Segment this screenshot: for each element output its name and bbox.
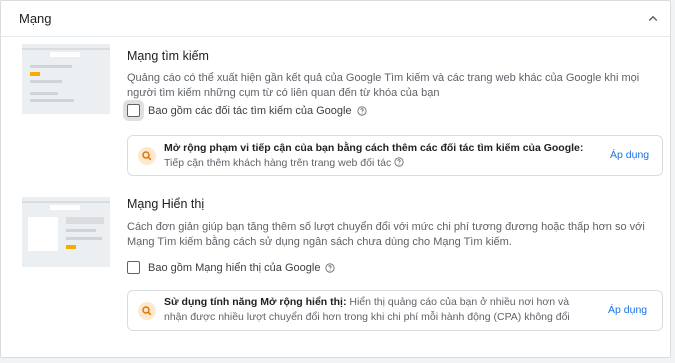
- recommendation-text: Sử dụng tính năng Mở rộng hiển thị: Hiển…: [164, 295, 589, 325]
- search-network-title: Mạng tìm kiếm: [127, 49, 209, 63]
- display-expansion-recommendation: Sử dụng tính năng Mở rộng hiển thị: Hiển…: [127, 290, 663, 331]
- search-icon: [138, 302, 156, 320]
- search-icon: [138, 147, 156, 165]
- help-icon[interactable]: [325, 262, 336, 273]
- networks-panel: Mạng Mạng tìm kiếm Quảng cáo có thể xuất…: [0, 0, 671, 358]
- display-network-checkbox[interactable]: [127, 261, 140, 274]
- search-partners-label[interactable]: Bao gồm các đối tác tìm kiếm của Google: [148, 105, 352, 117]
- recommendation-text: Mở rộng phạm vi tiếp cận của bạn bằng cá…: [164, 141, 589, 171]
- display-network-description: Cách đơn giản giúp bạn tăng thêm số lượt…: [127, 221, 645, 248]
- search-partners-recommendation: Mở rộng phạm vi tiếp cận của bạn bằng cá…: [127, 135, 663, 176]
- chevron-up-icon[interactable]: [644, 10, 662, 28]
- apply-button[interactable]: Áp dụng: [610, 149, 649, 161]
- search-partners-checkbox[interactable]: [127, 104, 140, 117]
- display-network-title: Mạng Hiển thị: [127, 197, 205, 211]
- panel-title: Mạng: [19, 11, 52, 26]
- recommendation-headline: Mở rộng phạm vi tiếp cận của bạn bằng cá…: [164, 142, 584, 154]
- recommendation-detail: Tiếp cận thêm khách hàng trên trang web …: [164, 157, 392, 169]
- display-network-illustration: [22, 197, 110, 267]
- search-network-illustration: [22, 44, 110, 114]
- help-icon[interactable]: [357, 105, 367, 116]
- search-network-description: Quảng cáo có thể xuất hiện gần kết quả c…: [127, 72, 640, 99]
- recommendation-headline: Sử dụng tính năng Mở rộng hiển thị:: [164, 296, 347, 308]
- panel-header[interactable]: Mạng: [1, 1, 670, 37]
- apply-button[interactable]: Áp dụng: [608, 304, 647, 316]
- display-network-label[interactable]: Bao gồm Mạng hiển thị của Google: [148, 262, 320, 274]
- search-partners-option: Bao gồm các đối tác tìm kiếm của Google: [127, 104, 367, 117]
- display-network-option: Bao gồm Mạng hiển thị của Google: [127, 261, 336, 274]
- help-icon[interactable]: [394, 157, 404, 167]
